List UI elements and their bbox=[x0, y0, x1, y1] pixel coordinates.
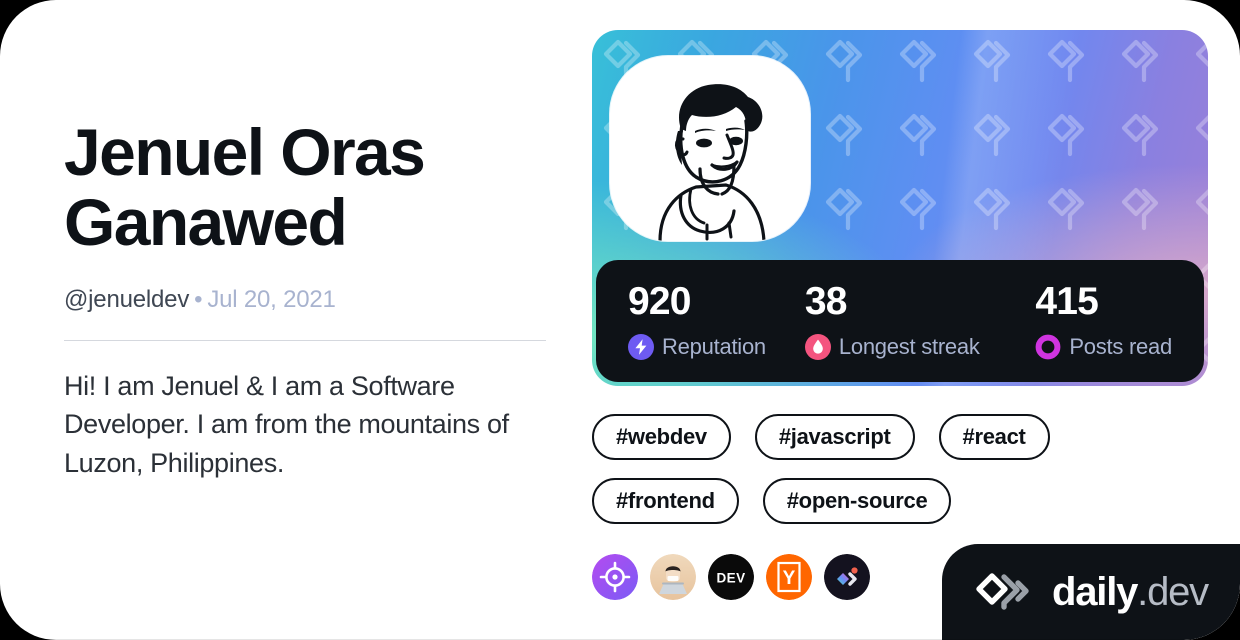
stat-label: Reputation bbox=[662, 334, 766, 359]
stats-bar: 920 Reputation 38 Longest streak 415 Pos… bbox=[596, 260, 1204, 382]
profile-handle: @jenueldev bbox=[64, 285, 190, 313]
tag-chip[interactable]: #webdev bbox=[592, 414, 731, 460]
joined-date: Jul 20, 2021 bbox=[207, 285, 336, 313]
stat-value: 920 bbox=[628, 280, 691, 323]
person-illustration-avatar-icon bbox=[658, 84, 766, 241]
daily-dev-wordmark: daily.dev bbox=[1052, 570, 1209, 614]
meta-separator: • bbox=[194, 285, 203, 313]
profile-info-column: Jenuel Oras Ganawed @jenueldev • Jul 20, 2… bbox=[64, 115, 546, 482]
tag-chip[interactable]: #javascript bbox=[754, 414, 915, 460]
profile-visual-column: 920 Reputation 38 Longest streak 415 Pos… bbox=[592, 30, 1208, 600]
profile-card: Jenuel Oras Ganawed @jenueldev • Jul 20, 2… bbox=[0, 0, 1240, 640]
codepen-logo-icon[interactable] bbox=[824, 554, 870, 600]
stat-posts-read: 415 Posts read bbox=[1035, 282, 1172, 360]
svg-text:DEV: DEV bbox=[717, 571, 746, 586]
page-title: Jenuel Oras Ganawed bbox=[64, 115, 426, 259]
cover-image: 920 Reputation 38 Longest streak 415 Pos… bbox=[592, 30, 1208, 386]
user-photo-avatar-icon[interactable] bbox=[650, 554, 696, 600]
tag-chip[interactable]: #open-source bbox=[762, 478, 952, 524]
ring-icon bbox=[1035, 334, 1061, 360]
stat-reputation: 920 Reputation bbox=[628, 282, 805, 360]
tag-list: #webdev #javascript #react #frontend #op… bbox=[592, 414, 1208, 524]
profile-meta: @jenueldev • Jul 20, 2021 bbox=[64, 286, 546, 314]
daily-dev-badge: daily.dev bbox=[942, 544, 1240, 640]
stat-longest-streak: 38 Longest streak bbox=[804, 280, 1035, 360]
hacker-news-icon[interactable]: Y bbox=[766, 554, 812, 600]
stat-label: Longest streak bbox=[838, 334, 980, 359]
tag-chip[interactable]: #react bbox=[938, 414, 1050, 460]
crosshair-target-icon[interactable] bbox=[592, 554, 638, 600]
tag-chip[interactable]: #frontend bbox=[592, 478, 739, 524]
lightning-bolt-icon bbox=[628, 334, 654, 360]
dev-to-icon[interactable]: DEV bbox=[708, 554, 754, 600]
svg-text:Y: Y bbox=[783, 568, 796, 589]
daily-dev-logo-icon bbox=[976, 573, 1029, 610]
avatar bbox=[610, 56, 810, 241]
stat-label: Posts read bbox=[1069, 334, 1172, 359]
profile-bio: Hi! I am Jenuel & I am a Software Develo… bbox=[64, 370, 509, 478]
divider bbox=[64, 339, 546, 341]
stat-value: 415 bbox=[1035, 280, 1098, 323]
flame-icon bbox=[804, 334, 831, 360]
brand-name: daily bbox=[1052, 570, 1138, 614]
stat-value: 38 bbox=[804, 280, 848, 323]
brand-tld: .dev bbox=[1137, 570, 1209, 614]
